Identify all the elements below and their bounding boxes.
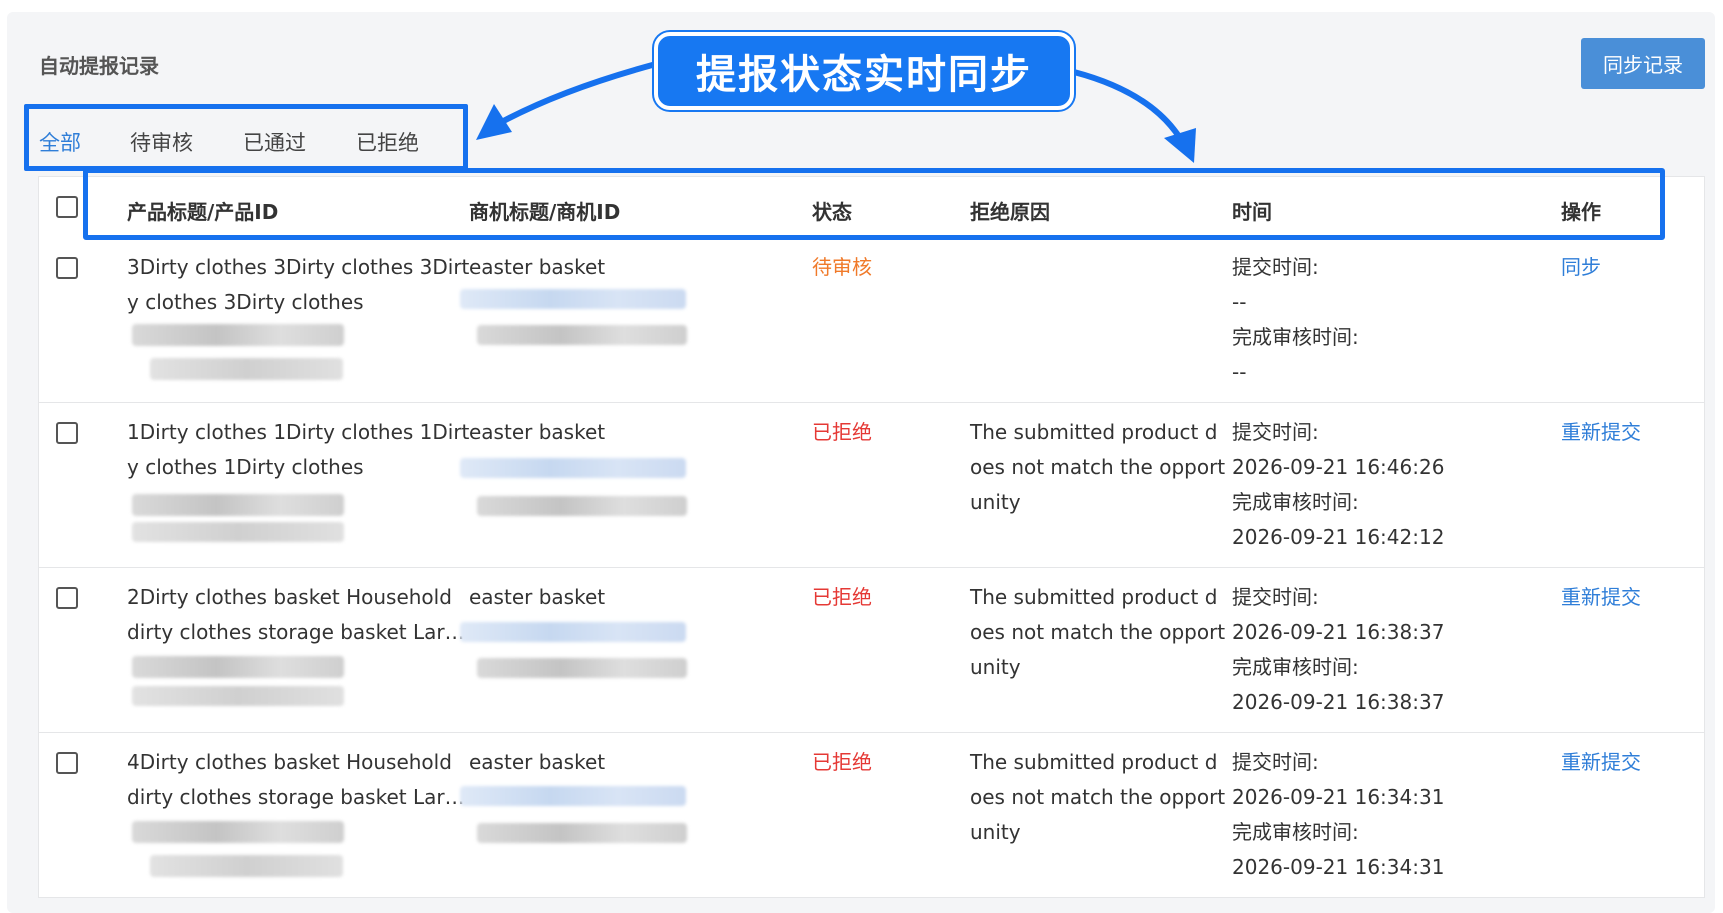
opportunity-title: easter basket [469, 420, 606, 444]
row-checkbox[interactable] [56, 752, 78, 774]
tab-pending[interactable]: 待审核 [130, 127, 193, 157]
reject-reason-line: oes not match the opport [970, 620, 1226, 644]
submit-time-value: 2026-09-21 16:46:26 [1232, 455, 1445, 479]
arrow-to-tabs-icon [496, 61, 657, 127]
product-title-line: 4Dirty clothes basket Household [127, 750, 452, 774]
row-divider [38, 732, 1705, 733]
resubmit-link[interactable]: 重新提交 [1561, 745, 1641, 780]
redacted-product-id [132, 522, 344, 542]
redacted-opportunity-id [460, 458, 686, 478]
tab-rejected[interactable]: 已拒绝 [356, 127, 419, 157]
redacted-opportunity-id [460, 622, 686, 642]
redacted-product-id [132, 656, 344, 678]
reject-reason-line: unity [970, 655, 1021, 679]
redacted-opportunity-id [460, 289, 686, 309]
row-checkbox[interactable] [56, 422, 78, 444]
row-checkbox[interactable] [56, 257, 78, 279]
review-time-value: 2026-09-21 16:38:37 [1232, 690, 1445, 714]
reject-reason-line: oes not match the opport [970, 785, 1226, 809]
reject-reason-line: unity [970, 490, 1021, 514]
product-title-line: 1Dirty clothes 1Dirty clothes 1Dirt [127, 420, 470, 444]
submit-time-value: 2026-09-21 16:38:37 [1232, 620, 1445, 644]
redacted-opportunity-id [477, 658, 687, 678]
review-time-label: 完成审核时间: [1232, 490, 1359, 514]
select-all-checkbox[interactable] [56, 196, 78, 218]
review-time-value: 2026-09-21 16:42:12 [1232, 525, 1445, 549]
redacted-opportunity-id [477, 823, 687, 843]
redacted-product-id [150, 855, 343, 877]
product-title-line: y clothes 1Dirty clothes [127, 455, 364, 479]
row-checkbox[interactable] [56, 587, 78, 609]
opportunity-title: easter basket [469, 750, 606, 774]
redacted-opportunity-id [477, 496, 687, 516]
review-time-value: 2026-09-21 16:34:31 [1232, 855, 1445, 879]
arrow-head-right-icon [1164, 128, 1196, 163]
redacted-product-id [132, 686, 344, 706]
review-time-label: 完成审核时间: [1232, 325, 1359, 349]
redacted-opportunity-id [477, 325, 687, 345]
redacted-product-id [132, 324, 344, 346]
row-divider [38, 402, 1705, 403]
review-time-value: -- [1232, 360, 1247, 384]
submit-time-label: 提交时间: [1232, 420, 1319, 444]
opportunity-title: easter basket [469, 255, 606, 279]
sync-link[interactable]: 同步 [1561, 250, 1601, 285]
resubmit-link[interactable]: 重新提交 [1561, 580, 1641, 615]
product-title-line: y clothes 3Dirty clothes [127, 290, 364, 314]
row-divider [38, 567, 1705, 568]
resubmit-link[interactable]: 重新提交 [1561, 415, 1641, 450]
redacted-product-id [150, 358, 343, 380]
redacted-opportunity-id [460, 786, 686, 806]
redacted-product-id [132, 821, 344, 843]
reject-reason-line: The submitted product d [970, 420, 1218, 444]
product-title-line: 2Dirty clothes basket Household [127, 585, 452, 609]
reject-reason-line: The submitted product d [970, 750, 1218, 774]
tab-all[interactable]: 全部 [39, 127, 81, 157]
submit-time-label: 提交时间: [1232, 750, 1319, 774]
reject-reason-line: unity [970, 820, 1021, 844]
product-title-line: 3Dirty clothes 3Dirty clothes 3Dirt [127, 255, 470, 279]
product-title-line: dirty clothes storage basket Lar… [127, 785, 465, 809]
submit-time-value: 2026-09-21 16:34:31 [1232, 785, 1445, 809]
submit-time-label: 提交时间: [1232, 585, 1319, 609]
status-badge: 已拒绝 [812, 585, 872, 609]
arrow-to-header-icon [1073, 69, 1183, 140]
header-highlight-box [83, 168, 1665, 240]
submit-time-value: -- [1232, 290, 1247, 314]
reject-reason-line: oes not match the opport [970, 455, 1226, 479]
opportunity-title: easter basket [469, 585, 606, 609]
tab-approved[interactable]: 已通过 [243, 127, 306, 157]
redacted-product-id [132, 494, 344, 516]
review-time-label: 完成审核时间: [1232, 820, 1359, 844]
review-time-label: 完成审核时间: [1232, 655, 1359, 679]
submit-time-label: 提交时间: [1232, 255, 1319, 279]
status-badge: 已拒绝 [812, 420, 872, 444]
product-title-line: dirty clothes storage basket Lar… [127, 620, 465, 644]
status-badge: 已拒绝 [812, 750, 872, 774]
reject-reason-line: The submitted product d [970, 585, 1218, 609]
status-badge: 待审核 [812, 255, 872, 279]
annotation-callout: 提报状态实时同步 [654, 32, 1074, 110]
